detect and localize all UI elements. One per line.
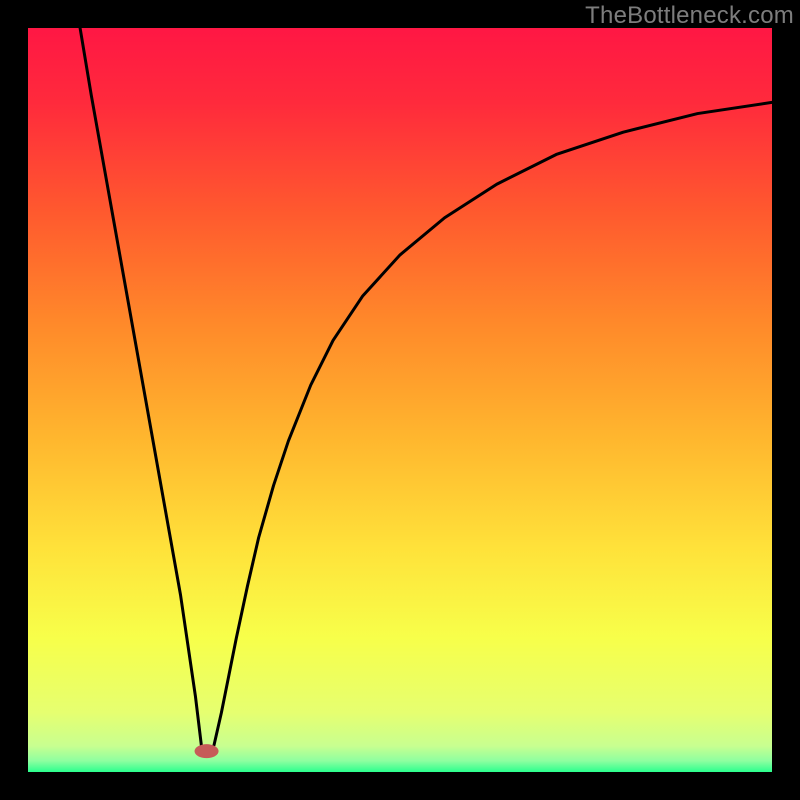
gradient-background: [28, 28, 772, 772]
gradient-plot: [28, 28, 772, 772]
chart-frame: [28, 28, 772, 772]
minimum-marker: [195, 744, 219, 758]
watermark-text: TheBottleneck.com: [585, 2, 794, 30]
